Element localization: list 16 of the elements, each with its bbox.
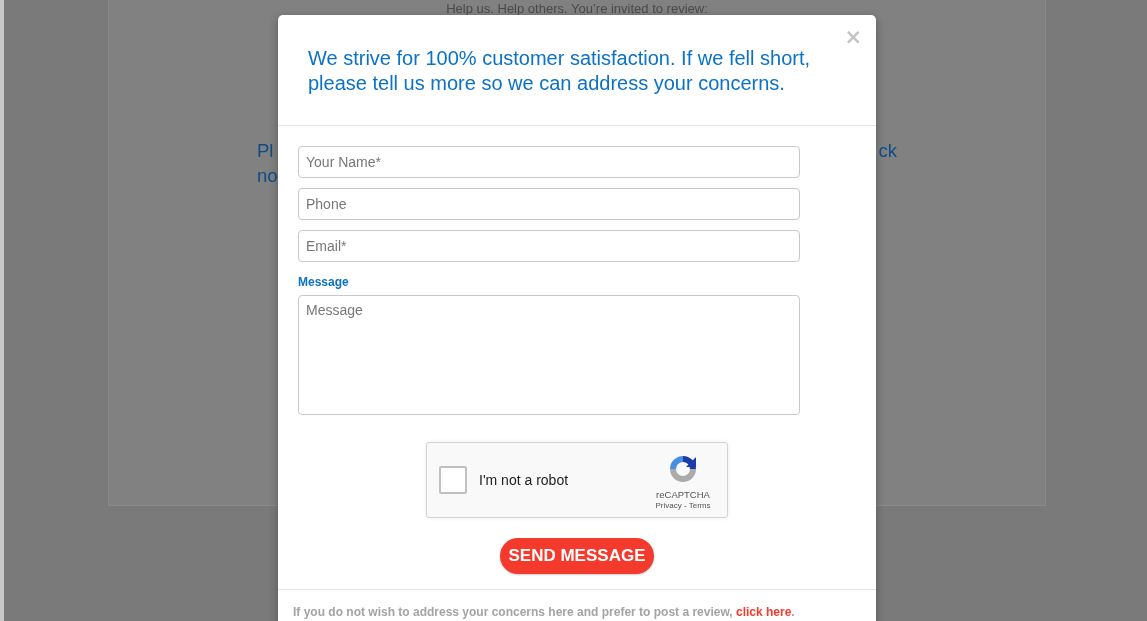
field-label: Message [298,274,349,290]
captcha-label: I'm not a robot [479,472,569,488]
text-input-field[interactable]: Your Name* [298,146,800,178]
heading-fragment: no [257,164,278,188]
captcha-links[interactable]: Privacy - Terms [655,500,711,511]
heading-fragment: Pl [257,139,274,163]
heading-fragment: ck [878,139,897,163]
text-input-field[interactable]: Phone [298,188,800,220]
text-input-field[interactable]: Email* [298,230,800,262]
captcha-checkbox[interactable] [439,466,467,494]
captcha-brand: reCAPTCHA [656,489,710,500]
dialog-title: We strive for 100% customer satisfaction. If we fell short, please tell us more so we can address your concerns. [308,46,812,96]
circular-arrows-icon [667,453,699,485]
send-message-button[interactable]: SEND MESSAGE [500,538,654,574]
footer-note: If you do not wish to address your concerns here and prefer to post a review, click here. [293,604,795,620]
message-field[interactable]: Message [298,295,800,415]
